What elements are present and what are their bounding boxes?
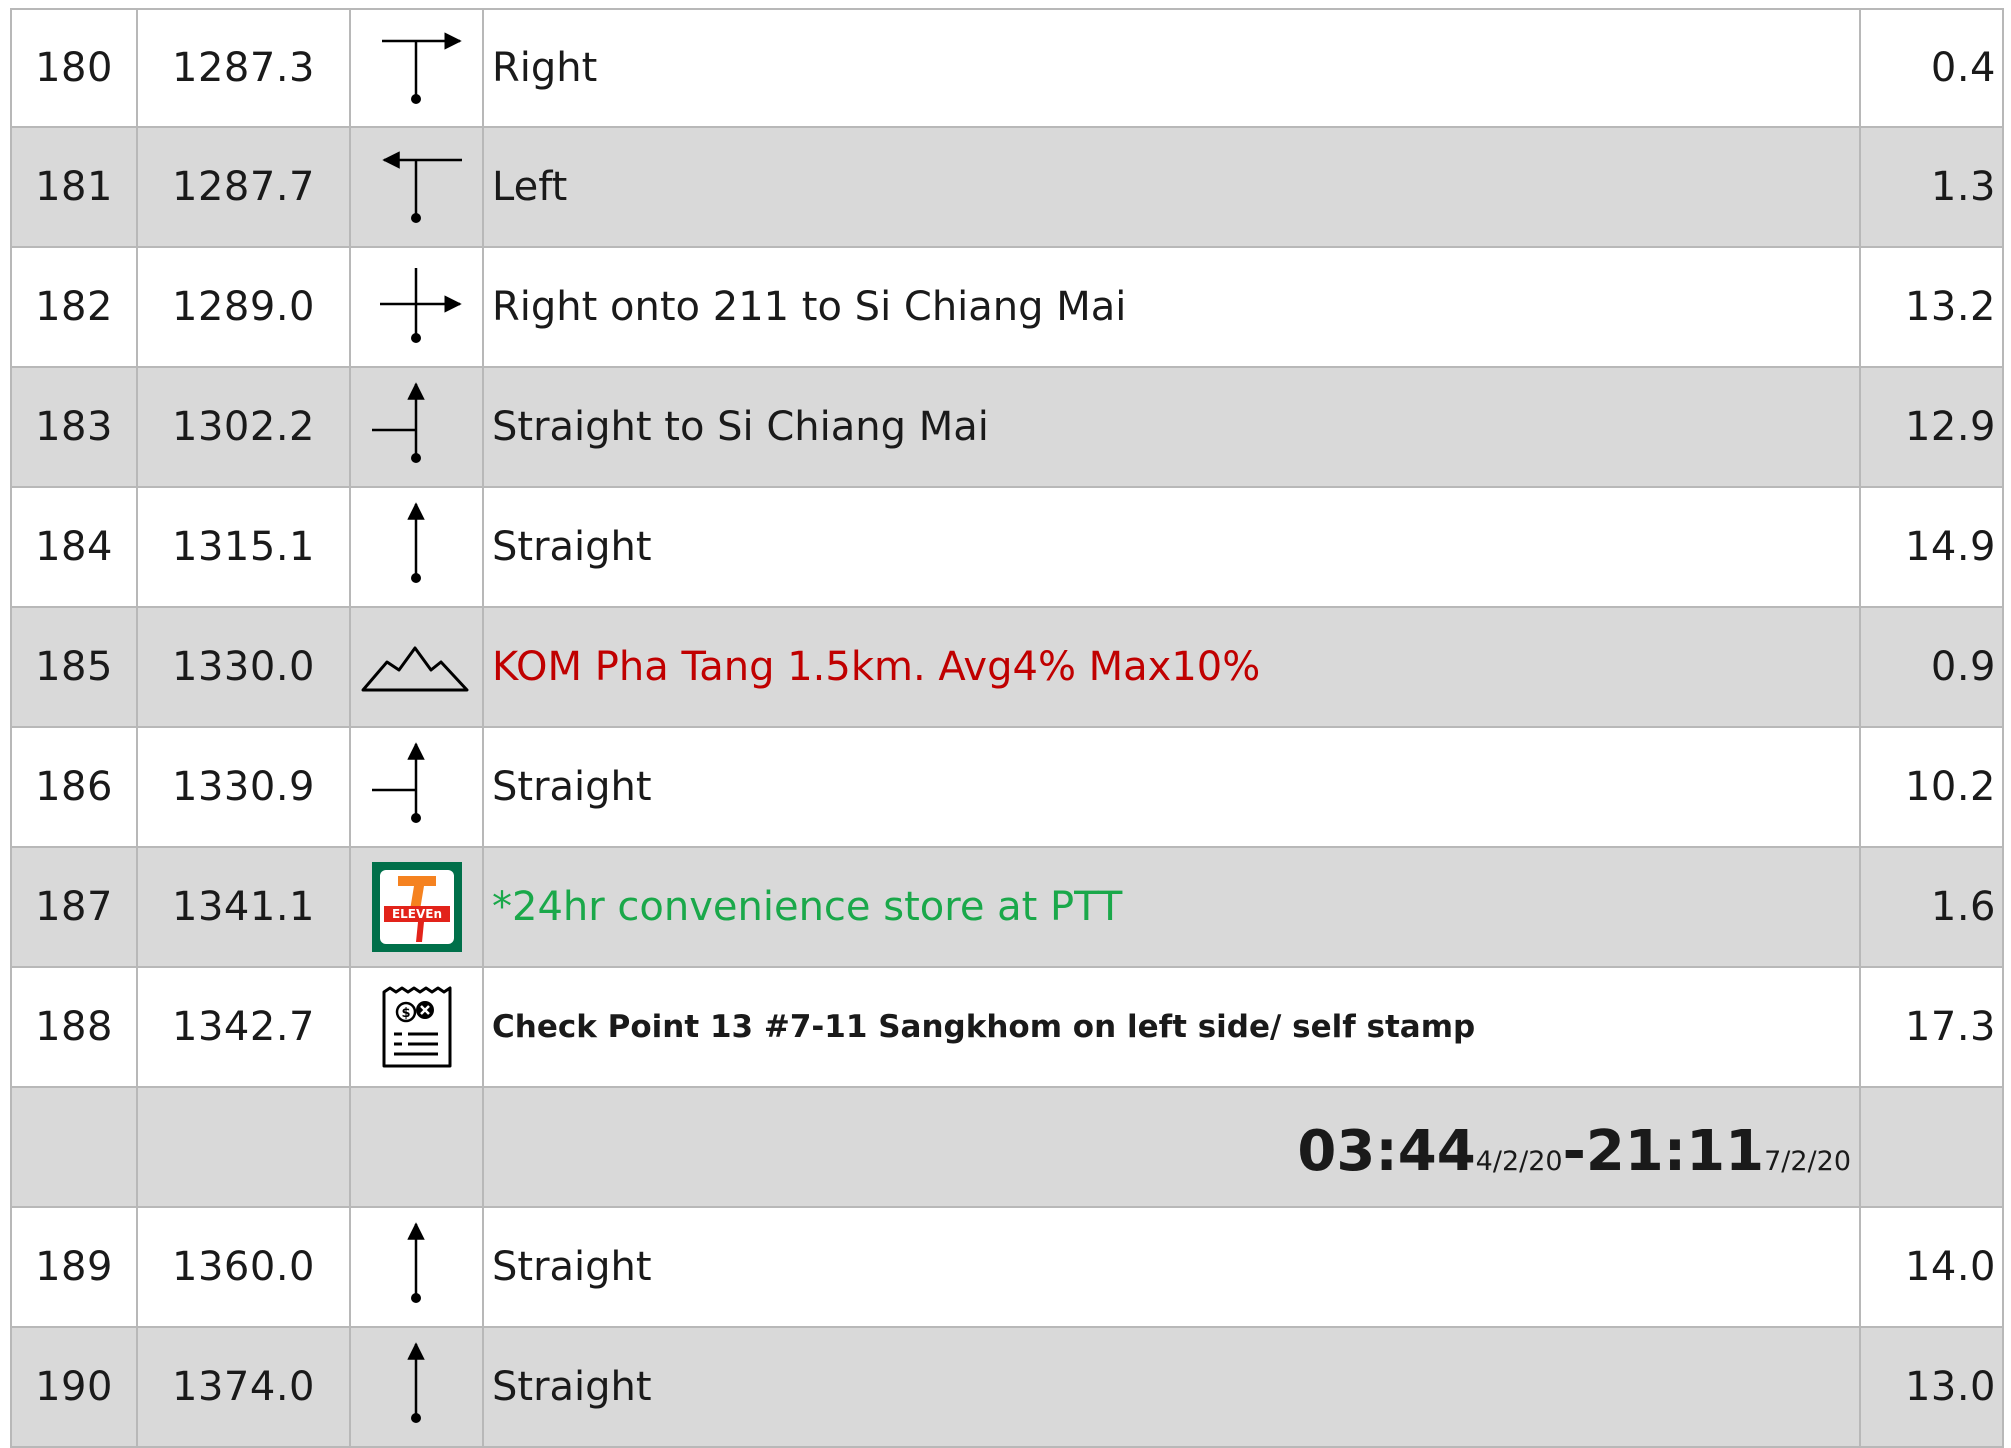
- table-row: 182 1289.0 Right onto 211 to Si Chiang M…: [10, 248, 2004, 368]
- junction-straight-icon: [371, 742, 425, 823]
- store-info-text: *24hr convenience store at PTT: [492, 884, 1123, 930]
- table-row: 185 1330.0 KOM Pha Tang 1.5km. Avg4% Max…: [10, 608, 2004, 728]
- svg-text:$: $: [401, 1006, 410, 1021]
- segment-distance: 13.2: [1904, 284, 1996, 330]
- segment-distance: 1.6: [1930, 884, 1996, 930]
- segment-distance: 17.3: [1904, 1004, 1996, 1050]
- segment-distance: 12.9: [1904, 404, 1996, 450]
- total-distance: 1302.2: [172, 404, 315, 450]
- receipt-icon: $: [382, 986, 451, 1068]
- table-row: 183 1302.2 Straight to Si Chiang Mai 12.…: [10, 368, 2004, 488]
- instruction-text: Straight: [492, 1244, 652, 1290]
- segment-distance: 13.0: [1904, 1364, 1996, 1410]
- segment-distance: 14.9: [1904, 524, 1996, 570]
- straight-arrow-icon: [406, 1222, 425, 1303]
- segment-distance: 0.9: [1930, 644, 1996, 690]
- step-number: 186: [35, 764, 113, 810]
- time-separator: -: [1562, 1119, 1586, 1184]
- instruction-text: Left: [492, 164, 568, 210]
- segment-distance: 1.3: [1930, 164, 1996, 210]
- step-number: 188: [35, 1004, 113, 1050]
- step-number: 182: [35, 284, 113, 330]
- table-row: 190 1374.0 Straight 13.0: [10, 1328, 2004, 1448]
- logo-text: ELEVEn: [391, 907, 441, 921]
- total-distance: 1360.0: [172, 1244, 315, 1290]
- close-date: 7/2/20: [1764, 1146, 1851, 1177]
- step-number: 189: [35, 1244, 113, 1290]
- total-distance: 1341.1: [172, 884, 315, 930]
- table-row: 189 1360.0 Straight 14.0: [10, 1208, 2004, 1328]
- total-distance: 1289.0: [172, 284, 315, 330]
- total-distance: 1287.3: [172, 45, 315, 91]
- checkpoint-text: Check Point 13 #7-11 Sangkhom on left si…: [492, 1009, 1476, 1045]
- total-distance: 1374.0: [172, 1364, 315, 1410]
- step-number: 190: [35, 1364, 113, 1410]
- close-time: 21:11: [1585, 1119, 1765, 1184]
- kom-climb-text: KOM Pha Tang 1.5km. Avg4% Max10%: [492, 644, 1261, 690]
- step-number: 183: [35, 404, 113, 450]
- total-distance: 1342.7: [172, 1004, 315, 1050]
- segment-distance: 14.0: [1904, 1244, 1996, 1290]
- checkpoint-time-row: 03:444/2/20-21:117/2/20: [10, 1088, 2004, 1208]
- table-row: 187 1341.1 ELEVEn *24hr convenience stor…: [10, 848, 2004, 968]
- step-number: 180: [35, 45, 113, 91]
- instruction-text: Straight to Si Chiang Mai: [492, 404, 989, 450]
- seven-eleven-logo: ELEVEn: [371, 862, 462, 952]
- step-number: 187: [35, 884, 113, 930]
- total-distance: 1330.9: [172, 764, 315, 810]
- t-junction-left-icon: [381, 151, 462, 223]
- crossroad-right-icon: [379, 268, 462, 343]
- instruction-text: Straight: [492, 764, 652, 810]
- table-row: 184 1315.1 Straight 14.9: [10, 488, 2004, 608]
- instruction-text: Right: [492, 45, 598, 91]
- open-time: 03:44: [1297, 1119, 1476, 1184]
- total-distance: 1330.0: [172, 644, 315, 690]
- table-row: 186 1330.9 Straight 10.2: [10, 728, 2004, 848]
- straight-arrow-icon: [406, 502, 425, 583]
- junction-straight-icon: [371, 382, 425, 463]
- step-number: 181: [35, 164, 113, 210]
- t-junction-right-icon: [381, 32, 462, 104]
- total-distance: 1315.1: [172, 524, 315, 570]
- open-date: 4/2/20: [1475, 1146, 1563, 1177]
- instruction-text: Right onto 211 to Si Chiang Mai: [492, 284, 1127, 330]
- step-number: 185: [35, 644, 113, 690]
- total-distance: 1287.7: [172, 164, 315, 210]
- cue-sheet-table: 180 1287.3 Right 0.4 181 1287.7 Left 1.3: [10, 8, 2004, 1448]
- segment-distance: 0.4: [1930, 45, 1996, 91]
- instruction-text: Straight: [492, 524, 652, 570]
- straight-arrow-icon: [406, 1342, 425, 1423]
- table-row: 180 1287.3 Right 0.4: [10, 8, 2004, 128]
- table-row: 181 1287.7 Left 1.3: [10, 128, 2004, 248]
- mountain-icon: [361, 646, 468, 692]
- instruction-text: Straight: [492, 1364, 652, 1410]
- checkpoint-time-window: 03:444/2/20-21:117/2/20: [1297, 1119, 1851, 1184]
- step-number: 184: [35, 524, 113, 570]
- segment-distance: 10.2: [1904, 764, 1996, 810]
- table-row: 188 1342.7 $ Check Point 13 #7-11 Sangkh…: [10, 968, 2004, 1088]
